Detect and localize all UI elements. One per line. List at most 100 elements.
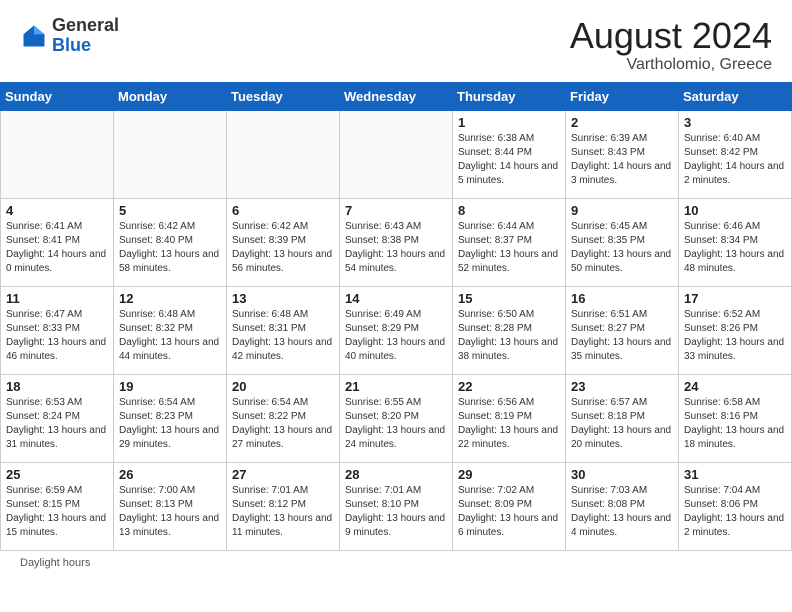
day-number: 3 xyxy=(684,115,786,130)
day-number: 6 xyxy=(232,203,334,218)
day-info: Sunrise: 6:38 AM Sunset: 8:44 PM Dayligh… xyxy=(458,132,560,188)
calendar-day: 9 Sunrise: 6:45 AM Sunset: 8:35 PM Daylig… xyxy=(566,198,679,286)
title-block: August 2024 Vartholomio, Greece xyxy=(570,16,772,74)
day-info: Sunrise: 6:40 AM Sunset: 8:42 PM Dayligh… xyxy=(684,132,786,188)
day-info: Sunrise: 6:45 AM Sunset: 8:35 PM Dayligh… xyxy=(571,220,673,276)
footer: Daylight hours xyxy=(0,551,792,575)
location: Vartholomio, Greece xyxy=(570,56,772,74)
day-info: Sunrise: 7:01 AM Sunset: 8:12 PM Dayligh… xyxy=(232,484,334,540)
calendar-day: 31 Sunrise: 7:04 AM Sunset: 8:06 PM Dayli… xyxy=(679,462,792,550)
day-number: 29 xyxy=(458,467,560,482)
calendar-day: 7 Sunrise: 6:43 AM Sunset: 8:38 PM Daylig… xyxy=(340,198,453,286)
day-number: 17 xyxy=(684,291,786,306)
day-info: Sunrise: 7:01 AM Sunset: 8:10 PM Dayligh… xyxy=(345,484,447,540)
week-row-5: 25 Sunrise: 6:59 AM Sunset: 8:15 PM Dayli… xyxy=(1,462,792,550)
day-number: 15 xyxy=(458,291,560,306)
week-row-1: 1Sunrise: 6:38 AM Sunset: 8:44 PM Daylig… xyxy=(1,110,792,198)
calendar-day: 21 Sunrise: 6:55 AM Sunset: 8:20 PM Dayli… xyxy=(340,374,453,462)
day-info: Sunrise: 6:54 AM Sunset: 8:22 PM Dayligh… xyxy=(232,396,334,452)
day-info: Sunrise: 6:43 AM Sunset: 8:38 PM Dayligh… xyxy=(345,220,447,276)
day-info: Sunrise: 6:48 AM Sunset: 8:32 PM Dayligh… xyxy=(119,308,221,364)
calendar-day: 6 Sunrise: 6:42 AM Sunset: 8:39 PM Daylig… xyxy=(227,198,340,286)
day-number: 12 xyxy=(119,291,221,306)
calendar-day: 17 Sunrise: 6:52 AM Sunset: 8:26 PM Dayli… xyxy=(679,286,792,374)
day-info: Sunrise: 6:44 AM Sunset: 8:37 PM Dayligh… xyxy=(458,220,560,276)
calendar-day xyxy=(114,110,227,198)
logo: General Blue xyxy=(20,16,119,56)
day-info: Sunrise: 6:50 AM Sunset: 8:28 PM Dayligh… xyxy=(458,308,560,364)
calendar-day: 20 Sunrise: 6:54 AM Sunset: 8:22 PM Dayli… xyxy=(227,374,340,462)
day-number: 13 xyxy=(232,291,334,306)
day-info: Sunrise: 7:02 AM Sunset: 8:09 PM Dayligh… xyxy=(458,484,560,540)
calendar-day: 19 Sunrise: 6:54 AM Sunset: 8:23 PM Dayli… xyxy=(114,374,227,462)
day-info: Sunrise: 7:03 AM Sunset: 8:08 PM Dayligh… xyxy=(571,484,673,540)
day-info: Sunrise: 6:41 AM Sunset: 8:41 PM Dayligh… xyxy=(6,220,108,276)
day-of-week-tuesday: Tuesday xyxy=(227,82,340,110)
day-info: Sunrise: 6:54 AM Sunset: 8:23 PM Dayligh… xyxy=(119,396,221,452)
calendar-day: 3 Sunrise: 6:40 AM Sunset: 8:42 PM Daylig… xyxy=(679,110,792,198)
calendar-day xyxy=(340,110,453,198)
logo-general: General xyxy=(52,15,119,35)
day-of-week-friday: Friday xyxy=(566,82,679,110)
day-number: 8 xyxy=(458,203,560,218)
day-number: 5 xyxy=(119,203,221,218)
month-year: August 2024 xyxy=(570,16,772,56)
calendar-day: 10Sunrise: 6:46 AM Sunset: 8:34 PM Dayli… xyxy=(679,198,792,286)
day-info: Sunrise: 6:58 AM Sunset: 8:16 PM Dayligh… xyxy=(684,396,786,452)
day-info: Sunrise: 6:52 AM Sunset: 8:26 PM Dayligh… xyxy=(684,308,786,364)
calendar-day: 27 Sunrise: 7:01 AM Sunset: 8:12 PM Dayli… xyxy=(227,462,340,550)
day-number: 27 xyxy=(232,467,334,482)
day-number: 19 xyxy=(119,379,221,394)
day-number: 23 xyxy=(571,379,673,394)
day-number: 11 xyxy=(6,291,108,306)
calendar-day: 4Sunrise: 6:41 AM Sunset: 8:41 PM Daylig… xyxy=(1,198,114,286)
day-of-week-wednesday: Wednesday xyxy=(340,82,453,110)
day-number: 22 xyxy=(458,379,560,394)
calendar-day: 23Sunrise: 6:57 AM Sunset: 8:18 PM Dayli… xyxy=(566,374,679,462)
day-of-week-saturday: Saturday xyxy=(679,82,792,110)
calendar-day: 8 Sunrise: 6:44 AM Sunset: 8:37 PM Daylig… xyxy=(453,198,566,286)
day-number: 14 xyxy=(345,291,447,306)
day-info: Sunrise: 6:59 AM Sunset: 8:15 PM Dayligh… xyxy=(6,484,108,540)
calendar-day: 30Sunrise: 7:03 AM Sunset: 8:08 PM Dayli… xyxy=(566,462,679,550)
calendar-day: 24 Sunrise: 6:58 AM Sunset: 8:16 PM Dayli… xyxy=(679,374,792,462)
calendar-day: 2 Sunrise: 6:39 AM Sunset: 8:43 PM Daylig… xyxy=(566,110,679,198)
day-info: Sunrise: 6:48 AM Sunset: 8:31 PM Dayligh… xyxy=(232,308,334,364)
week-row-3: 11Sunrise: 6:47 AM Sunset: 8:33 PM Dayli… xyxy=(1,286,792,374)
calendar-day: 14Sunrise: 6:49 AM Sunset: 8:29 PM Dayli… xyxy=(340,286,453,374)
calendar-day: 22Sunrise: 6:56 AM Sunset: 8:19 PM Dayli… xyxy=(453,374,566,462)
daylight-hours-label: Daylight hours xyxy=(20,557,90,569)
day-number: 31 xyxy=(684,467,786,482)
header: General Blue August 2024 Vartholomio, Gr… xyxy=(0,0,792,82)
day-number: 18 xyxy=(6,379,108,394)
logo-icon xyxy=(20,22,48,50)
calendar-day: 11Sunrise: 6:47 AM Sunset: 8:33 PM Dayli… xyxy=(1,286,114,374)
day-info: Sunrise: 6:39 AM Sunset: 8:43 PM Dayligh… xyxy=(571,132,673,188)
day-info: Sunrise: 6:55 AM Sunset: 8:20 PM Dayligh… xyxy=(345,396,447,452)
calendar-day: 29 Sunrise: 7:02 AM Sunset: 8:09 PM Dayli… xyxy=(453,462,566,550)
day-number: 20 xyxy=(232,379,334,394)
day-number: 9 xyxy=(571,203,673,218)
day-number: 7 xyxy=(345,203,447,218)
calendar: SundayMondayTuesdayWednesdayThursdayFrid… xyxy=(0,82,792,551)
day-number: 24 xyxy=(684,379,786,394)
day-number: 16 xyxy=(571,291,673,306)
logo-blue: Blue xyxy=(52,35,91,55)
days-of-week-row: SundayMondayTuesdayWednesdayThursdayFrid… xyxy=(1,82,792,110)
day-number: 25 xyxy=(6,467,108,482)
day-number: 21 xyxy=(345,379,447,394)
day-number: 10 xyxy=(684,203,786,218)
calendar-day: 12 Sunrise: 6:48 AM Sunset: 8:32 PM Dayli… xyxy=(114,286,227,374)
day-number: 26 xyxy=(119,467,221,482)
calendar-day xyxy=(227,110,340,198)
day-of-week-thursday: Thursday xyxy=(453,82,566,110)
day-info: Sunrise: 6:42 AM Sunset: 8:39 PM Dayligh… xyxy=(232,220,334,276)
calendar-day: 28Sunrise: 7:01 AM Sunset: 8:10 PM Dayli… xyxy=(340,462,453,550)
day-info: Sunrise: 7:04 AM Sunset: 8:06 PM Dayligh… xyxy=(684,484,786,540)
day-info: Sunrise: 6:42 AM Sunset: 8:40 PM Dayligh… xyxy=(119,220,221,276)
week-row-2: 4Sunrise: 6:41 AM Sunset: 8:41 PM Daylig… xyxy=(1,198,792,286)
calendar-day: 26Sunrise: 7:00 AM Sunset: 8:13 PM Dayli… xyxy=(114,462,227,550)
day-of-week-sunday: Sunday xyxy=(1,82,114,110)
calendar-day: 18Sunrise: 6:53 AM Sunset: 8:24 PM Dayli… xyxy=(1,374,114,462)
day-number: 2 xyxy=(571,115,673,130)
